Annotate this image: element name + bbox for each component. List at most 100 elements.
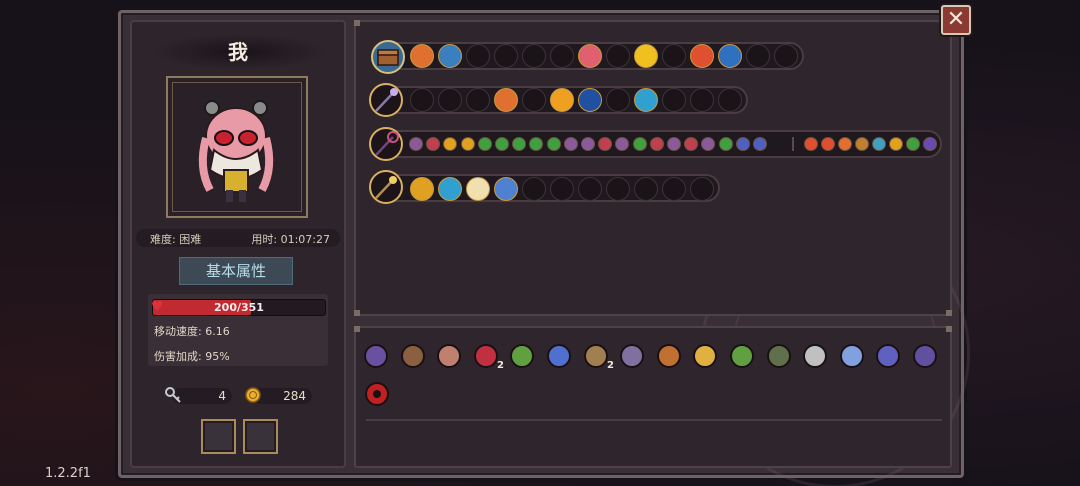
- modifier-mini-slot[interactable]: [923, 137, 937, 151]
- golden-staff-icon[interactable]: [369, 170, 403, 204]
- key-icon: [165, 387, 181, 403]
- character-sprite: [198, 100, 274, 202]
- spell-slot-filled[interactable]: [578, 88, 602, 112]
- spell-slot-empty[interactable]: [522, 88, 546, 112]
- version-label: 1.2.2f1: [45, 466, 91, 481]
- spell-mini-slot[interactable]: [546, 137, 561, 151]
- spell-slot-empty[interactable]: [522, 177, 546, 201]
- spell-slot-empty[interactable]: [550, 177, 574, 201]
- modifier-mini-slot[interactable]: [838, 137, 852, 151]
- spell-slot-empty[interactable]: [690, 177, 714, 201]
- inventory-item[interactable]: [506, 340, 538, 372]
- inventory-item[interactable]: [689, 340, 721, 372]
- coin-count: 284: [283, 389, 306, 403]
- spell-slot-empty[interactable]: [466, 44, 490, 68]
- spell-slot-empty[interactable]: [662, 177, 686, 201]
- hp-value: 200/351: [214, 301, 264, 314]
- spell-mini-slot[interactable]: [649, 137, 664, 151]
- spell-slot-empty[interactable]: [466, 88, 490, 112]
- elapsed-time: 用时: 01:07:27: [251, 233, 330, 246]
- spell-mini-slot[interactable]: [495, 137, 509, 151]
- inventory-item[interactable]: [397, 340, 429, 372]
- spell-mini-slot[interactable]: [477, 137, 492, 151]
- spell-slot-filled[interactable]: [438, 44, 462, 68]
- difficulty-label: 难度: 困难: [150, 233, 202, 246]
- spell-slot-empty[interactable]: [410, 88, 434, 112]
- run-info-row: 难度: 困难 用时: 01:07:27: [136, 229, 340, 247]
- spell-slot-empty[interactable]: [746, 44, 770, 68]
- spell-slot-filled[interactable]: [410, 177, 434, 201]
- spell-slot-filled[interactable]: [494, 88, 518, 112]
- spell-mini-slot[interactable]: [718, 137, 733, 151]
- inventory-item[interactable]: [543, 340, 575, 372]
- spell-mini-slot[interactable]: [563, 137, 578, 151]
- spell-mini-slot[interactable]: [667, 137, 681, 151]
- key-counter: 4: [165, 387, 232, 404]
- spell-mini-slot[interactable]: [581, 137, 595, 151]
- move-speed-stat: 移动速度: 6.16: [154, 325, 230, 338]
- spell-slot-filled[interactable]: [578, 44, 602, 68]
- spell-slot-empty[interactable]: [578, 177, 602, 201]
- chest-icon[interactable]: [371, 40, 405, 74]
- spell-mini-slot[interactable]: [632, 137, 647, 151]
- inventory-item[interactable]: [726, 340, 758, 372]
- staff-icon[interactable]: [369, 83, 403, 117]
- spell-slot-empty[interactable]: [634, 177, 658, 201]
- spell-slot-empty[interactable]: [606, 88, 630, 112]
- spell-slot-filled[interactable]: [494, 177, 518, 201]
- inventory-item[interactable]: [361, 378, 393, 410]
- spell-mini-slot[interactable]: [753, 137, 767, 151]
- inventory-item[interactable]: [433, 340, 465, 372]
- inventory-item[interactable]: [360, 340, 392, 372]
- spell-mini-slot[interactable]: [409, 137, 423, 151]
- inventory-item[interactable]: [836, 340, 868, 372]
- spell-slot-filled[interactable]: [718, 44, 742, 68]
- inventory-item[interactable]: [470, 340, 502, 372]
- inventory-item[interactable]: [763, 340, 795, 372]
- coin-counter: 284: [245, 387, 312, 404]
- active-item-slot-1[interactable]: [201, 419, 236, 454]
- active-item-slot-2[interactable]: [243, 419, 278, 454]
- damage-bonus-stat: 伤害加成: 95%: [154, 350, 230, 363]
- close-button[interactable]: ✕: [941, 5, 971, 35]
- coin-icon: [245, 387, 261, 403]
- spell-slot-empty[interactable]: [718, 88, 742, 112]
- spell-slot-empty[interactable]: [522, 44, 546, 68]
- inventory-item[interactable]: [872, 340, 904, 372]
- spell-slot-filled[interactable]: [550, 88, 574, 112]
- spell-slot-empty[interactable]: [662, 44, 686, 68]
- inventory-item[interactable]: [799, 340, 831, 372]
- spell-slot-filled[interactable]: [634, 44, 658, 68]
- modifier-mini-slot[interactable]: [804, 137, 818, 151]
- spell-mini-slot[interactable]: [735, 137, 750, 151]
- spell-slot-filled[interactable]: [634, 88, 658, 112]
- basic-attributes-tab[interactable]: 基本属性: [179, 257, 293, 285]
- spell-slot-empty[interactable]: [550, 44, 574, 68]
- inventory-item[interactable]: [653, 340, 685, 372]
- hp-bar: ♥ 200/351: [151, 299, 326, 316]
- spell-slot-empty[interactable]: [690, 88, 714, 112]
- spell-slot-empty[interactable]: [494, 44, 518, 68]
- modifier-mini-slot[interactable]: [906, 137, 920, 151]
- spell-slot-empty[interactable]: [438, 88, 462, 112]
- modifier-mini-slot[interactable]: [855, 137, 869, 151]
- inventory-item[interactable]: [909, 340, 941, 372]
- spell-slot-filled[interactable]: [690, 44, 714, 68]
- spell-slot-empty[interactable]: [662, 88, 686, 112]
- player-name: 我: [228, 40, 248, 64]
- spell-mini-slot[interactable]: [460, 137, 475, 151]
- modifier-mini-slot[interactable]: [821, 137, 835, 151]
- key-count: 4: [218, 389, 226, 403]
- spell-slot-filled[interactable]: [466, 177, 490, 201]
- spell-slot-filled[interactable]: [438, 177, 462, 201]
- spell-slot-empty[interactable]: [606, 44, 630, 68]
- spell-slot-empty[interactable]: [606, 177, 630, 201]
- wand-icon[interactable]: [369, 127, 403, 161]
- modifier-mini-slot[interactable]: [889, 137, 903, 151]
- spell-divider: [792, 137, 794, 151]
- modifier-mini-slot[interactable]: [872, 137, 886, 151]
- spell-slot-empty[interactable]: [774, 44, 798, 68]
- spell-slot-filled[interactable]: [410, 44, 434, 68]
- inventory-item[interactable]: [580, 340, 612, 372]
- inventory-item[interactable]: [616, 340, 648, 372]
